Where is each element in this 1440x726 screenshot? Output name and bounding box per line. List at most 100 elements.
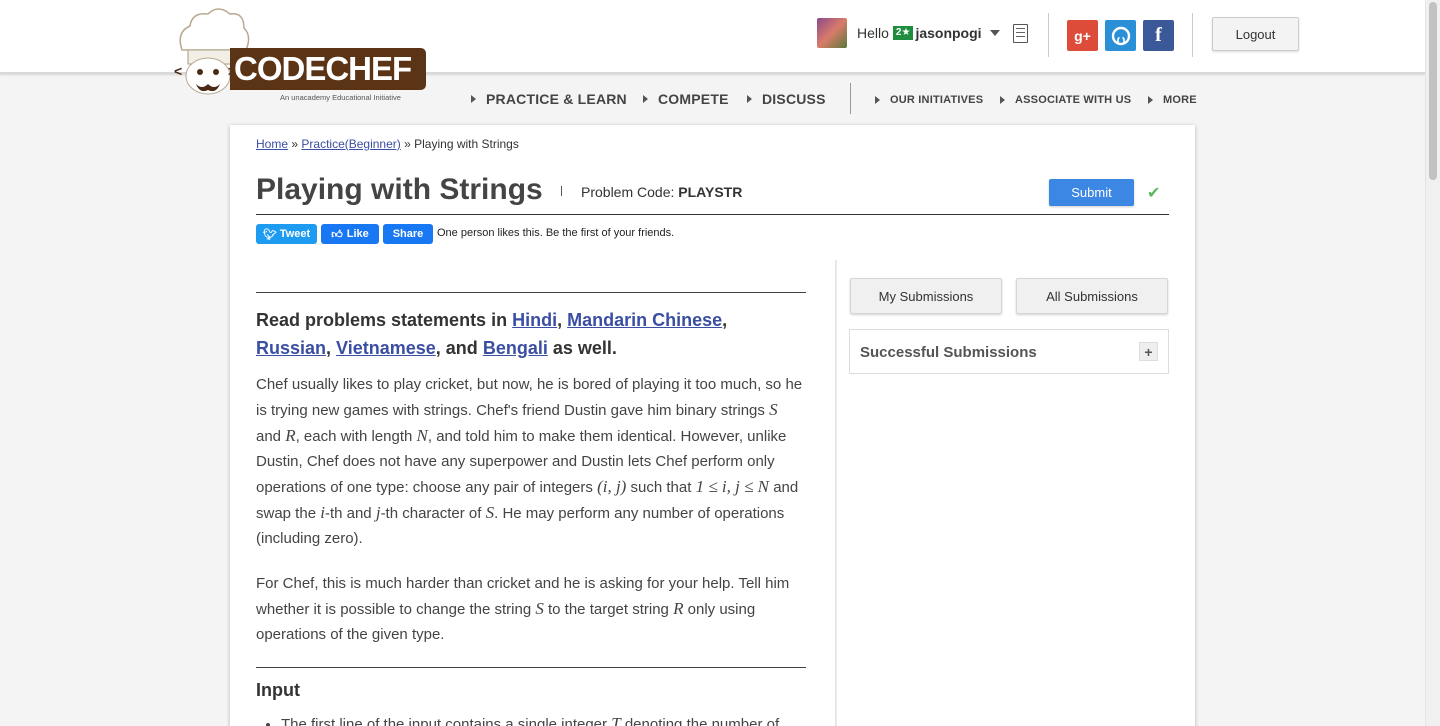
column-divider [835,260,837,726]
share-button[interactable]: Share [383,224,433,244]
nav-compete-label: COMPETE [658,91,729,107]
my-submissions-button[interactable]: My Submissions [850,278,1002,314]
caret-right-icon [875,96,880,104]
text: and [256,428,282,445]
title-divider [561,186,562,196]
facebook-icon[interactable]: f [1143,20,1174,51]
lang-prefix: Read problems statements in [256,310,508,330]
nav-divider [850,83,851,114]
nav-practice-label: PRACTICE & LEARN [486,91,627,107]
problem-statement: Read problems statements in Hindi, Manda… [256,292,806,726]
nav-practice[interactable]: PRACTICE & LEARN [471,91,627,107]
caret-right-icon [1148,96,1153,104]
nav-associate[interactable]: ASSOCIATE WITH US [1000,94,1131,106]
breadcrumb-separator: » [404,137,411,151]
math-var: S [769,400,778,419]
like-count-text: One person likes this. Be the first of y… [437,227,675,239]
title-rule [256,214,1169,215]
divider [256,292,806,293]
nav-initiatives-label: OUR INITIATIVES [890,94,984,106]
lang-bengali-link[interactable]: Bengali [483,338,548,358]
math-var: S [535,599,544,618]
successful-submissions-panel[interactable]: Successful Submissions + [849,329,1169,374]
divider [256,667,806,668]
language-links: Read problems statements in Hindi, Manda… [256,310,728,358]
divider [1048,13,1049,57]
text: The first line of the input contains a s… [281,716,608,726]
username[interactable]: jasonpogi [915,25,981,41]
lang-mandarin-link[interactable]: Mandarin Chinese [567,310,722,330]
problem-card: Home » Practice(Beginner) » Playing with… [230,125,1195,726]
tweet-button[interactable]: 🐦︎ Tweet [256,224,317,244]
greeting-text: Hello [857,25,889,41]
like-label: Like [346,228,369,240]
math-expr: 1 ≤ i, j ≤ N [695,477,770,496]
statement-paragraph: Chef usually likes to play cricket, but … [256,372,806,551]
breadcrumb-home[interactable]: Home [256,137,288,151]
math-var: R [285,426,296,445]
text: to the target string [548,601,669,618]
user-greeting[interactable]: Hello 2★ jasonpogi [857,25,1000,41]
svg-text:<: < [174,63,182,79]
divider [1192,13,1193,57]
google-plus-icon[interactable]: g+ [1067,20,1098,51]
check-icon: ✔ [1147,185,1161,202]
user-menu[interactable]: Hello 2★ jasonpogi [817,18,1000,48]
logo-wordmark: CODECHEF [234,50,411,87]
github-icon[interactable] [1105,20,1136,51]
breadcrumb-current: Playing with Strings [414,137,519,151]
text: denoting the number of [624,716,780,726]
caret-right-icon [471,95,476,103]
submit-button[interactable]: Submit [1049,179,1134,206]
breadcrumb: Home » Practice(Beginner) » Playing with… [256,137,519,151]
nav-discuss[interactable]: DISCUSS [747,91,826,107]
avatar[interactable] [817,18,847,48]
text: -th character of [380,505,482,522]
codechef-logo[interactable]: < > CODECHEF An unacademy Educational In… [172,8,428,106]
nav-associate-label: ASSOCIATE WITH US [1015,94,1132,106]
text: such that [630,479,692,496]
like-button[interactable]: 👍︎ Like [321,224,379,244]
lang-hindi-link[interactable]: Hindi [512,310,557,330]
logout-button[interactable]: Logout [1212,17,1299,51]
nav-compete[interactable]: COMPETE [643,91,729,107]
chevron-down-icon[interactable] [989,30,1000,36]
expand-icon[interactable]: + [1139,342,1158,361]
text: -th and [324,505,372,522]
page-title: Playing with Strings [256,173,543,206]
math-var: T [611,714,621,726]
nav-initiatives[interactable]: OUR INITIATIVES [875,94,983,106]
lang-russian-link[interactable]: Russian [256,338,326,358]
math-var: N [416,426,428,445]
input-heading: Input [256,680,300,700]
statement-paragraph: For Chef, this is much harder than crick… [256,571,806,647]
rating-badge: 2★ [892,26,914,40]
successful-submissions-label: Successful Submissions [860,344,1037,361]
lang-suffix: as well. [552,338,617,358]
scrollbar-thumb[interactable] [1429,2,1437,180]
lang-vietnamese-link[interactable]: Vietnamese [336,338,436,358]
math-var: S [485,503,495,522]
nav-more[interactable]: MORE [1148,94,1197,106]
math-var: R [673,599,684,618]
math-expr: (i, j) [597,477,627,496]
nav-discuss-label: DISCUSS [762,91,826,107]
list-item: The first line of the input contains a s… [281,714,806,726]
caret-right-icon [643,95,648,103]
text: Chef usually likes to play cricket, but … [256,376,803,419]
bird-icon: 🐦︎ [262,228,277,241]
problem-code-label: Problem Code: [581,184,675,200]
all-submissions-button[interactable]: All Submissions [1016,278,1168,314]
page-scrollbar[interactable] [1425,0,1440,726]
lang-and: and [445,338,478,358]
nav-more-label: MORE [1163,94,1197,106]
notes-icon[interactable] [1013,24,1028,43]
tweet-label: Tweet [279,228,311,240]
logo-tagline: An unacademy Educational Initiative [280,93,401,102]
breadcrumb-separator: » [291,137,299,151]
caret-right-icon [747,95,752,103]
caret-right-icon [1000,96,1005,104]
thumbs-up-icon: 👍︎ [331,228,343,241]
text: , each with length [295,428,413,445]
breadcrumb-practice[interactable]: Practice(Beginner) [301,137,400,151]
